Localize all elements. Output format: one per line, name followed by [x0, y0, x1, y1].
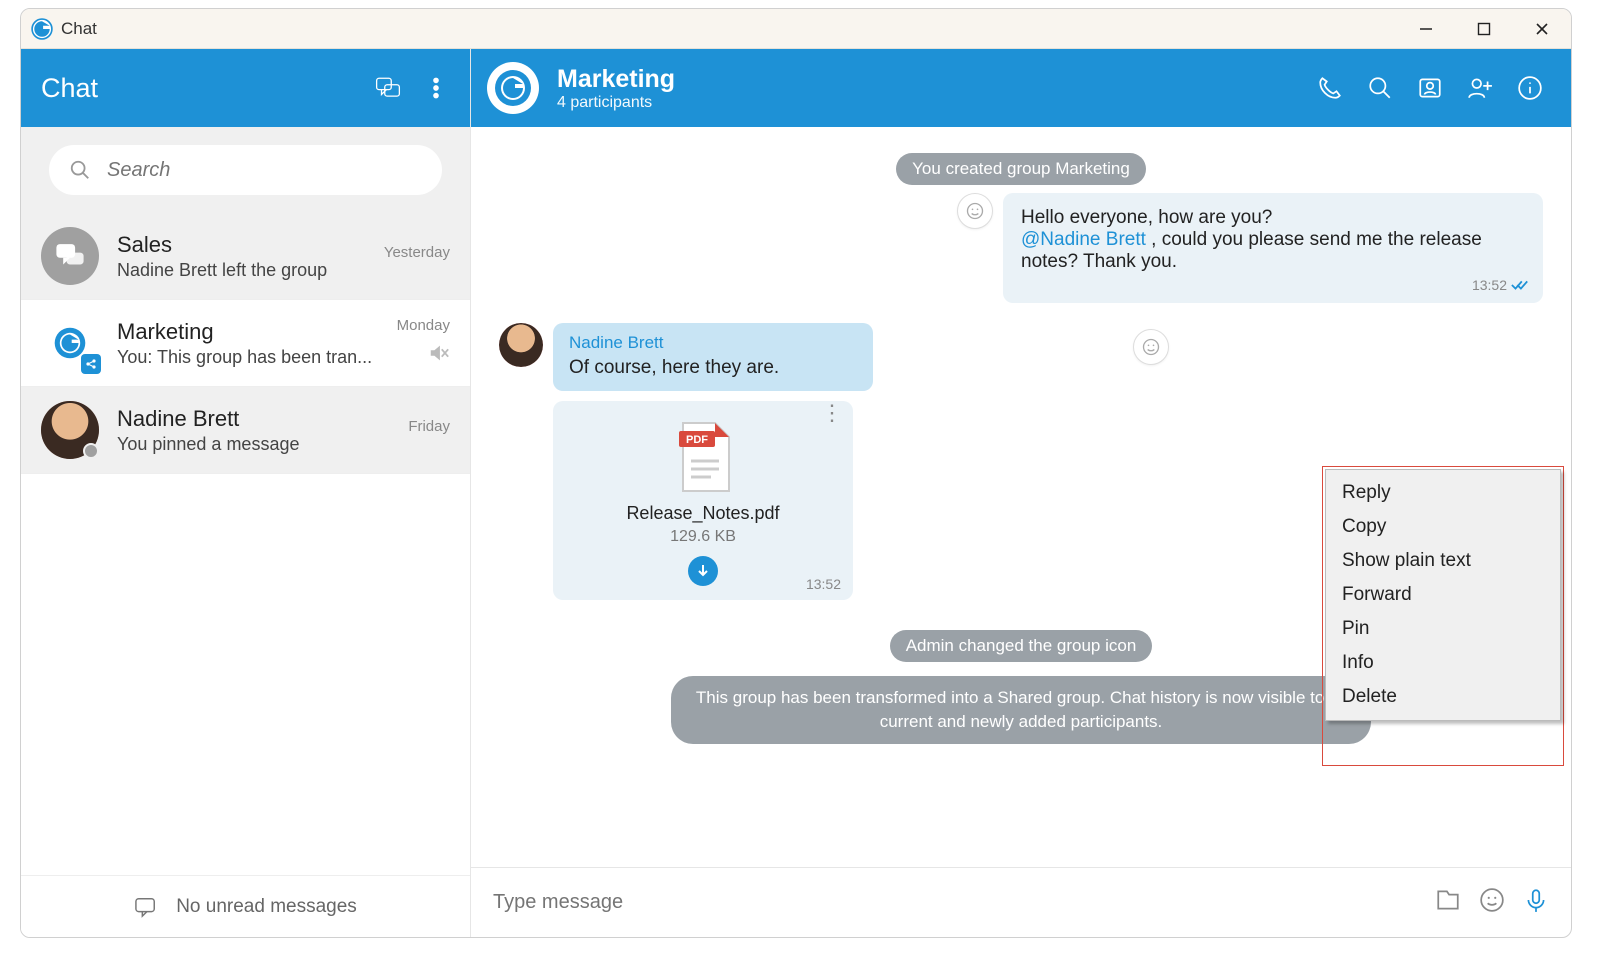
conversation-time: Yesterday	[384, 244, 450, 261]
system-message: This group has been transformed into a S…	[671, 676, 1371, 744]
group-avatar-icon	[41, 227, 99, 285]
context-menu[interactable]: Reply Copy Show plain text Forward Pin I…	[1325, 469, 1561, 721]
conversation-preview: You: This group has been tran...	[117, 347, 377, 368]
svg-text:PDF: PDF	[686, 434, 708, 446]
sender-avatar[interactable]	[499, 323, 543, 367]
message-time: 13:52	[1472, 277, 1507, 293]
attach-button[interactable]	[1435, 887, 1461, 918]
header-subtitle: 4 participants	[557, 94, 675, 112]
message-text: Of course, here they are.	[569, 357, 857, 379]
search-icon	[69, 159, 91, 181]
group-avatar-icon	[41, 314, 99, 372]
ctx-pin[interactable]: Pin	[1326, 612, 1560, 646]
footer-text: No unread messages	[176, 896, 357, 918]
unread-icon	[134, 896, 158, 918]
react-button[interactable]	[957, 193, 993, 229]
more-menu-button[interactable]	[412, 64, 460, 112]
conversation-name: Marketing	[117, 319, 397, 345]
search-box[interactable]	[49, 145, 442, 195]
attachment-time: 13:52	[806, 576, 841, 592]
conversation-name: Nadine Brett	[117, 406, 408, 432]
read-receipt-icon	[1511, 279, 1529, 291]
search-in-chat-button[interactable]	[1355, 63, 1405, 113]
ctx-forward[interactable]: Forward	[1326, 578, 1560, 612]
header-group-name: Marketing	[557, 65, 675, 94]
close-button[interactable]	[1513, 9, 1571, 49]
voice-message-button[interactable]	[1523, 887, 1549, 918]
conversation-preview: You pinned a message	[117, 434, 377, 455]
file-name: Release_Notes.pdf	[567, 503, 839, 524]
conversation-header: Marketing 4 participants	[471, 49, 1571, 127]
conversation-preview: Nadine Brett left the group	[117, 260, 377, 281]
conversation-time: Friday	[408, 418, 450, 435]
ctx-show-plain-text[interactable]: Show plain text	[1326, 544, 1560, 578]
header-avatar[interactable]	[487, 62, 539, 114]
message-input[interactable]	[493, 891, 1417, 914]
call-button[interactable]	[1305, 63, 1355, 113]
status-dot-icon	[83, 443, 99, 459]
sidebar-footer: No unread messages	[21, 875, 470, 937]
ctx-reply[interactable]: Reply	[1326, 476, 1560, 510]
main-pane: Marketing 4 participants You created gro…	[471, 49, 1571, 937]
new-chat-button[interactable]	[364, 64, 412, 112]
person-avatar	[41, 401, 99, 459]
conversation-sales[interactable]: Sales Nadine Brett left the group Yester…	[21, 213, 470, 300]
app-window: Chat Chat	[20, 8, 1572, 938]
sidebar-title: Chat	[41, 73, 364, 104]
outgoing-message[interactable]: Hello everyone, how are you? @Nadine Bre…	[1003, 193, 1543, 303]
maximize-button[interactable]	[1455, 9, 1513, 49]
message-text: Hello everyone, how are you?	[1021, 207, 1272, 228]
ctx-info[interactable]: Info	[1326, 646, 1560, 680]
app-icon	[31, 18, 53, 40]
message-area: You created group Marketing Hello everyo…	[471, 127, 1571, 867]
conversation-name: Sales	[117, 232, 384, 258]
composer	[471, 867, 1571, 937]
pdf-file-icon: PDF	[671, 421, 735, 493]
sidebar-header: Chat	[21, 49, 470, 127]
conversation-marketing[interactable]: Marketing You: This group has been tran.…	[21, 300, 470, 387]
system-message: Admin changed the group icon	[890, 630, 1153, 662]
ctx-copy[interactable]: Copy	[1326, 510, 1560, 544]
titlebar: Chat	[21, 9, 1571, 49]
minimize-button[interactable]	[1397, 9, 1455, 49]
download-button[interactable]	[688, 556, 718, 586]
system-message: You created group Marketing	[896, 153, 1146, 185]
emoji-button[interactable]	[1479, 887, 1505, 918]
sidebar: Chat	[21, 49, 471, 937]
incoming-message[interactable]: Nadine Brett Of course, here they are.	[553, 323, 873, 391]
conversation-list: Sales Nadine Brett left the group Yester…	[21, 213, 470, 875]
attachment-menu-button[interactable]: ⋮	[821, 409, 843, 417]
sender-name: Nadine Brett	[569, 333, 857, 353]
search-input[interactable]	[107, 159, 422, 182]
file-attachment[interactable]: ⋮ PDF Release_Notes.pdf 129.6 KB 13:52	[553, 401, 853, 600]
conversation-time: Monday	[397, 317, 450, 334]
gallery-button[interactable]	[1405, 63, 1455, 113]
add-participant-button[interactable]	[1455, 63, 1505, 113]
search-area	[21, 127, 470, 213]
window-title: Chat	[61, 19, 97, 39]
muted-icon	[397, 342, 450, 369]
conversation-nadine[interactable]: Nadine Brett You pinned a message Friday	[21, 387, 470, 474]
react-button[interactable]	[1133, 329, 1169, 365]
info-button[interactable]	[1505, 63, 1555, 113]
shared-badge-icon	[81, 354, 101, 374]
mention[interactable]: @Nadine Brett	[1021, 229, 1146, 250]
file-size: 129.6 KB	[567, 528, 839, 546]
ctx-delete[interactable]: Delete	[1326, 680, 1560, 714]
